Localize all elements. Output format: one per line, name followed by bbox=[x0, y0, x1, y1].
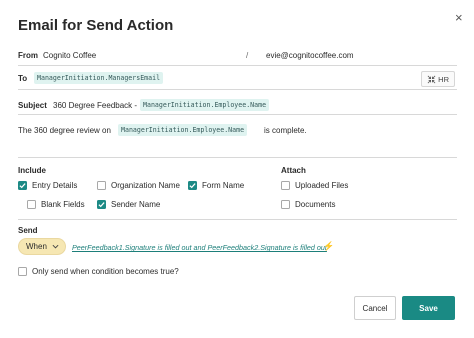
hr-button-label: HR bbox=[438, 74, 449, 84]
checkbox-label: Entry Details bbox=[32, 181, 78, 190]
checkbox-organization-name[interactable]: Organization Name bbox=[97, 181, 180, 190]
checkbox-label: Only send when condition becomes true? bbox=[32, 267, 179, 276]
hr-button[interactable]: HR bbox=[421, 71, 455, 87]
include-title: Include bbox=[18, 166, 47, 175]
to-row[interactable]: To ManagerInitiation.ManagersEmail HR bbox=[18, 68, 457, 90]
subject-row[interactable]: Subject 360 Degree Feedback - ManagerIni… bbox=[18, 97, 457, 115]
when-label: When bbox=[26, 242, 47, 251]
checkbox-label: Blank Fields bbox=[41, 200, 85, 209]
checkbox-label: Sender Name bbox=[111, 200, 161, 209]
from-separator: / bbox=[246, 51, 249, 60]
checkbox-label: Form Name bbox=[202, 181, 245, 190]
from-label: From bbox=[18, 51, 38, 60]
divider bbox=[18, 157, 457, 158]
send-title: Send bbox=[18, 226, 38, 235]
divider bbox=[18, 219, 457, 220]
checkbox-form-name[interactable]: Form Name bbox=[188, 181, 244, 190]
chevron-down-icon bbox=[52, 244, 59, 249]
lightning-icon[interactable]: ⚡ bbox=[323, 241, 334, 252]
from-email[interactable]: evie@cognitocoffee.com bbox=[266, 51, 354, 60]
to-token[interactable]: ManagerInitiation.ManagersEmail bbox=[34, 72, 164, 84]
cancel-button[interactable]: Cancel bbox=[354, 296, 396, 320]
checkbox-unchecked bbox=[281, 181, 290, 190]
checkbox-checked bbox=[97, 200, 106, 209]
checkbox-label: Uploaded Files bbox=[295, 181, 349, 190]
body-text-before: The 360 degree review on bbox=[18, 126, 111, 135]
checkbox-sender-name[interactable]: Sender Name bbox=[97, 200, 160, 209]
subject-prefix: 360 Degree Feedback - bbox=[53, 101, 138, 110]
subject-token[interactable]: ManagerInitiation.Employee.Name bbox=[140, 99, 270, 111]
checkbox-uploaded-files[interactable]: Uploaded Files bbox=[281, 181, 348, 190]
checkbox-label: Organization Name bbox=[111, 181, 180, 190]
body-text-after: is complete. bbox=[264, 126, 307, 135]
from-row: From Cognito Coffee / evie@cognitocoffee… bbox=[18, 46, 457, 66]
checkbox-unchecked bbox=[18, 267, 27, 276]
save-button[interactable]: Save bbox=[402, 296, 455, 320]
checkbox-documents[interactable]: Documents bbox=[281, 200, 335, 209]
checkbox-checked bbox=[18, 181, 27, 190]
when-dropdown[interactable]: When bbox=[18, 238, 66, 255]
close-icon[interactable]: × bbox=[455, 11, 463, 24]
message-body[interactable]: The 360 degree review on ManagerInitiati… bbox=[18, 122, 457, 138]
checkbox-checked bbox=[188, 181, 197, 190]
condition-link[interactable]: PeerFeedback1.Signature is filled out an… bbox=[72, 243, 327, 252]
checkbox-label: Documents bbox=[295, 200, 336, 209]
dialog-title: Email for Send Action bbox=[18, 17, 174, 34]
attach-title: Attach bbox=[281, 166, 306, 175]
checkbox-unchecked bbox=[281, 200, 290, 209]
checkbox-unchecked bbox=[27, 200, 36, 209]
checkbox-only-send-when-true[interactable]: Only send when condition becomes true? bbox=[18, 267, 179, 276]
from-name[interactable]: Cognito Coffee bbox=[43, 51, 96, 60]
to-label: To bbox=[18, 74, 28, 83]
checkbox-unchecked bbox=[97, 181, 106, 190]
body-token[interactable]: ManagerInitiation.Employee.Name bbox=[118, 124, 248, 136]
subject-label: Subject bbox=[18, 101, 47, 110]
email-dialog: Email for Send Action × From Cognito Cof… bbox=[0, 0, 474, 338]
checkbox-entry-details[interactable]: Entry Details bbox=[18, 181, 77, 190]
checkbox-blank-fields[interactable]: Blank Fields bbox=[27, 200, 85, 209]
collapse-arrows-icon bbox=[427, 75, 436, 83]
